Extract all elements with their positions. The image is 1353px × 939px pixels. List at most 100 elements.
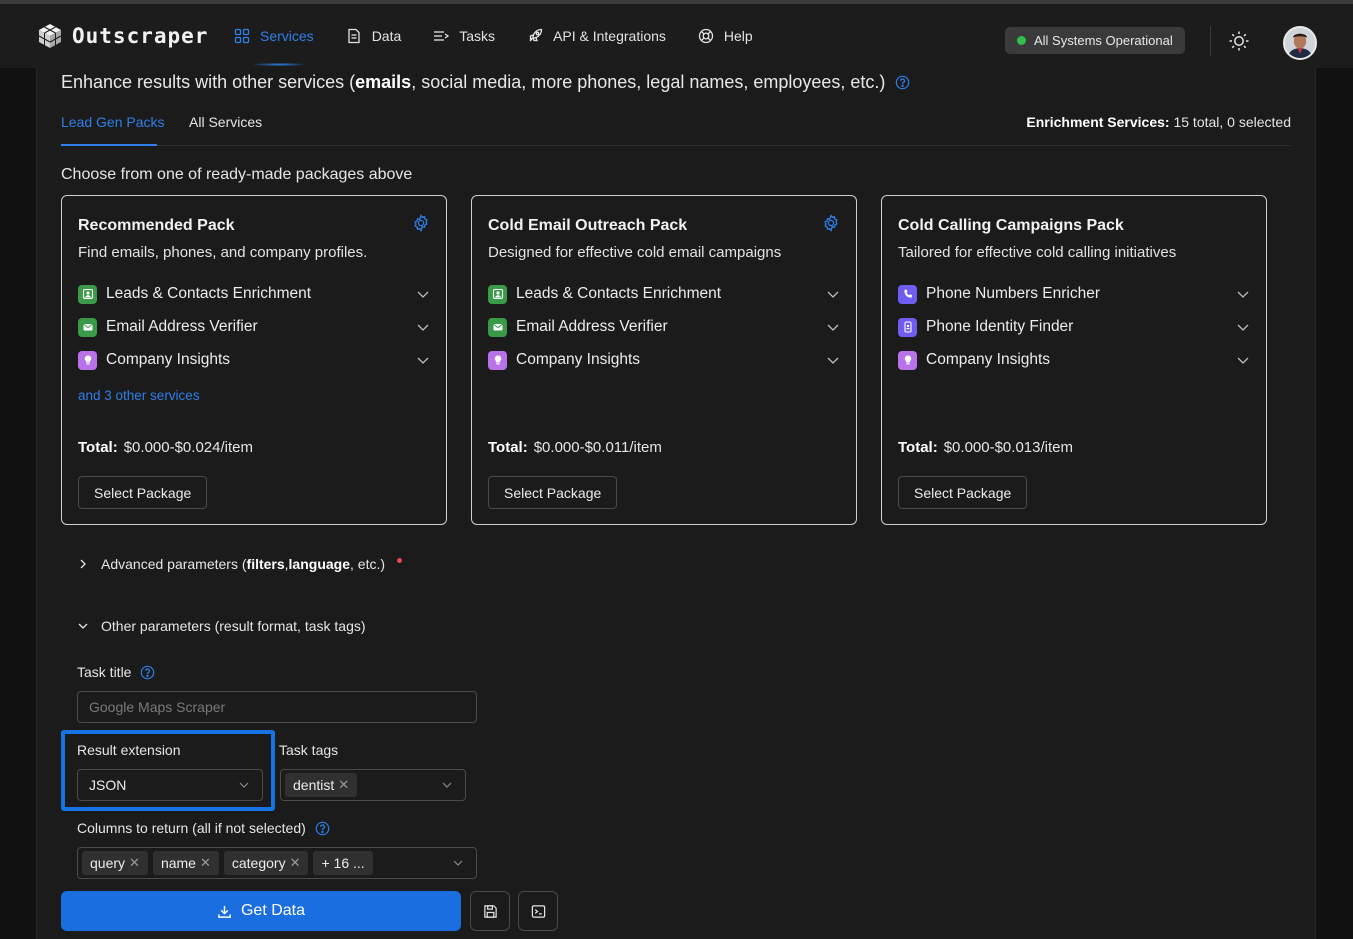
close-icon[interactable]: ✕ [129,855,140,871]
enrichment-summary-value: 15 total, 0 selected [1173,114,1291,130]
sun-icon[interactable] [1228,30,1250,52]
cube-logo-icon [38,24,62,48]
pack-service-item[interactable]: Phone Numbers Enricher [898,282,1252,306]
enrichment-summary-label: Enrichment Services: [1026,114,1170,130]
pack-service-item[interactable]: Company Insights [78,348,432,372]
chevron-down-icon[interactable] [1236,353,1250,367]
gear-icon[interactable] [822,214,840,232]
nav-item-data[interactable]: Data [346,28,402,44]
column-tag-chip[interactable]: name ✕ [152,851,219,875]
phone-icon [898,284,917,304]
pack-card-cold-calling: Cold Calling Campaigns Pack Tailored for… [881,195,1267,525]
column-tag-chip[interactable]: query ✕ [82,851,148,875]
chevron-down-icon[interactable] [416,287,430,301]
nav-item-api-integrations[interactable]: API & Integrations [527,28,666,44]
service-label: Email Address Verifier [106,318,258,335]
select-package-button[interactable]: Select Package [78,476,208,509]
close-icon[interactable]: ✕ [338,777,349,793]
column-tag-chip[interactable]: category ✕ [223,851,309,875]
required-dot-icon [397,557,403,563]
close-icon[interactable]: ✕ [200,855,211,871]
nav-item-label: Data [371,28,402,44]
columns-select[interactable]: query ✕ name ✕ category ✕ + 16 ... [77,847,477,879]
other-services-link[interactable]: and 3 other services [78,388,200,403]
other-parameters-toggle[interactable]: Other parameters (result format, task ta… [77,618,366,634]
service-label: Email Address Verifier [516,318,668,335]
chevron-down-icon[interactable] [416,320,430,334]
pack-service-item[interactable]: Company Insights [898,348,1252,372]
question-circle-icon[interactable] [140,665,155,680]
pack-description: Designed for effective cold email campai… [488,244,782,261]
pack-total-label: Total: [898,439,938,456]
task-title-input[interactable]: Google Maps Scraper [77,691,477,723]
chevron-down-icon[interactable] [826,320,840,334]
chevron-down-icon[interactable] [826,353,840,367]
save-button[interactable] [470,891,510,931]
user-avatar[interactable] [1283,26,1317,60]
pack-service-item[interactable]: Leads & Contacts Enrichment [78,282,432,306]
result-extension-select[interactable]: JSON [77,769,263,801]
pack-total: Total: $0.000-$0.024/item [78,439,253,456]
save-icon [483,904,497,918]
columns-label: Columns to return (all if not selected) [77,820,330,836]
tab-all-services[interactable]: All Services [189,114,262,130]
pack-total-label: Total: [78,439,118,456]
chevron-down-icon[interactable] [826,287,840,301]
pack-total: Total: $0.000-$0.011/item [488,439,662,456]
nav-item-services[interactable]: Services [234,28,314,66]
other-parameters-label: Other parameters (result format, task ta… [101,618,366,634]
service-label: Leads & Contacts Enrichment [516,285,722,302]
get-data-button[interactable]: Get Data [61,891,461,931]
pack-service-item[interactable]: Email Address Verifier [78,315,432,339]
system-status-badge[interactable]: All Systems Operational [1005,27,1185,54]
chevron-down-icon[interactable] [416,353,430,367]
column-tag-label: category [231,855,286,871]
left-gutter [0,68,36,939]
task-tags-select[interactable]: dentist ✕ [280,769,466,801]
service-form-panel: Enhance results with other services (ema… [36,68,1316,939]
code-console-button[interactable] [518,891,558,931]
topbar-divider [1210,26,1211,56]
avatar-portrait-icon [1285,28,1315,58]
rocket-icon [529,28,543,42]
chevron-down-icon [239,782,249,788]
pack-service-item[interactable]: Leads & Contacts Enrichment [488,282,842,306]
pack-total-label: Total: [488,439,528,456]
question-circle-icon[interactable] [315,821,330,836]
brand-logo[interactable]: Outscraper [36,22,208,50]
email-verifier-icon [488,317,507,337]
chevron-down-icon[interactable] [1236,287,1250,301]
service-label: Phone Identity Finder [926,318,1074,335]
nav-item-help[interactable]: Help [698,28,753,44]
advanced-parameters-toggle[interactable]: Advanced parameters (filters, language, … [77,556,403,572]
pack-total-value: $0.000-$0.011/item [533,439,662,456]
question-circle-icon[interactable] [895,75,910,90]
enrichment-summary: Enrichment Services: 15 total, 0 selecte… [1026,114,1291,130]
pack-total-value: $0.000-$0.024/item [123,439,253,456]
nav-item-tasks[interactable]: Tasks [433,28,495,44]
list-icon [434,31,450,41]
advanced-bold-filters: filters [246,556,285,572]
task-tag-chip[interactable]: dentist ✕ [285,773,358,797]
more-columns-chip[interactable]: + 16 ... [313,851,373,875]
enhance-heading: Enhance results with other services (ema… [61,72,910,93]
select-package-button[interactable]: Select Package [898,476,1028,509]
top-navigation-bar: Outscraper Services Data Tasks API & Int… [0,0,1353,68]
tab-lead-gen-packs[interactable]: Lead Gen Packs [61,114,165,130]
pack-service-item[interactable]: Email Address Verifier [488,315,842,339]
brand-name: Outscraper [72,24,209,48]
service-label: Company Insights [516,351,641,368]
pack-service-item[interactable]: Phone Identity Finder [898,315,1252,339]
right-gutter [1316,68,1353,939]
service-label: Company Insights [106,351,231,368]
gear-icon[interactable] [412,214,430,232]
terminal-icon [531,904,545,918]
chevron-down-icon[interactable] [1236,320,1250,334]
result-extension-label: Result extension [77,742,181,758]
column-tag-label: name [160,855,196,871]
result-extension-value: JSON [89,777,127,793]
select-package-button[interactable]: Select Package [488,476,618,509]
pack-total: Total: $0.000-$0.013/item [898,439,1073,456]
close-icon[interactable]: ✕ [290,855,301,871]
pack-service-item[interactable]: Company Insights [488,348,842,372]
